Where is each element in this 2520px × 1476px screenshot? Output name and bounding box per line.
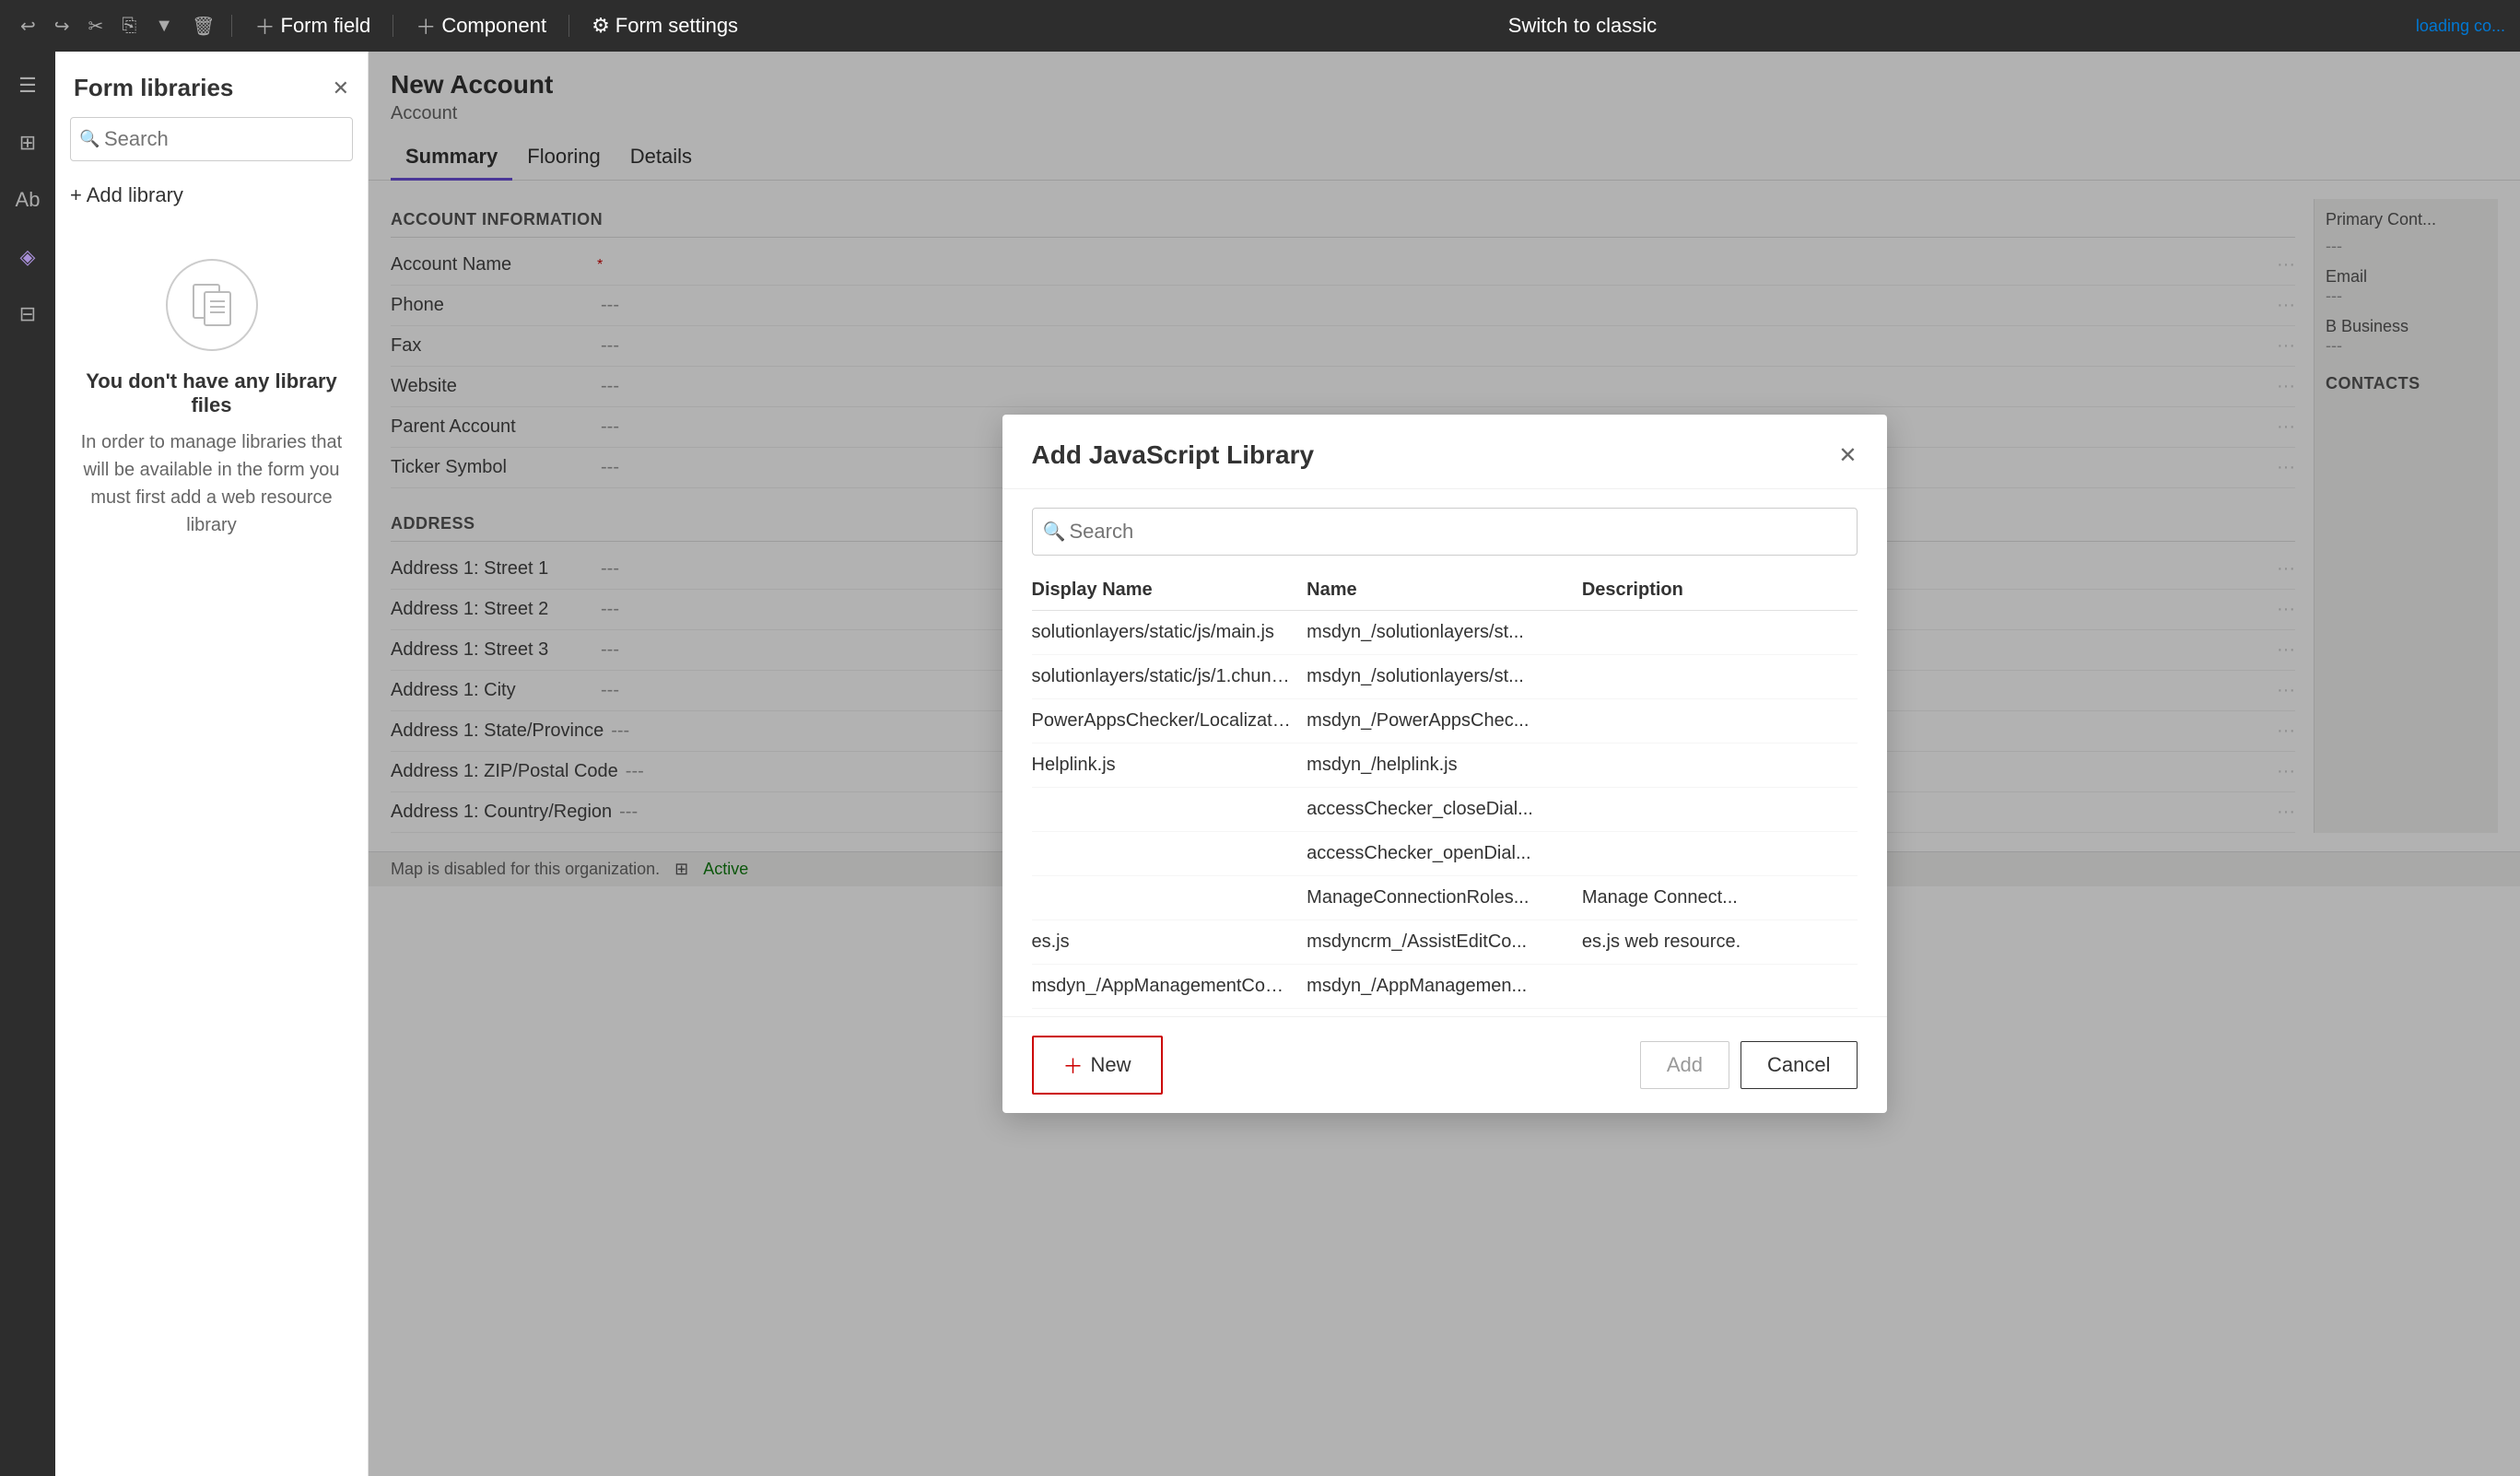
table-row[interactable]: solutionlayers/static/js/main.js msdyn_/… (1032, 611, 1858, 655)
form-settings-button[interactable]: ⚙ Form settings (580, 8, 749, 43)
settings-icon: ⚙ (592, 14, 610, 38)
switch-classic-button[interactable]: Switch to classic (1497, 8, 1668, 43)
modal-header: Add JavaScript Library ✕ (1002, 415, 1887, 489)
empty-state-title: You don't have any library files (77, 369, 346, 417)
delete-icon[interactable]: 🗑 (186, 9, 220, 43)
col-description: Description (1582, 580, 1858, 601)
panel-close-button[interactable]: ✕ (333, 76, 349, 100)
modal-footer-actions: Add Cancel (1640, 1041, 1858, 1089)
undo-icon[interactable]: ↩ (15, 9, 41, 43)
form-field-label: Form field (281, 14, 371, 38)
table-row[interactable]: accessChecker_openDial... (1032, 832, 1858, 876)
new-button[interactable]: ＋ New (1032, 1036, 1163, 1095)
panel-header: Form libraries ✕ (55, 52, 368, 117)
table-row[interactable]: ManageConnectionRoles... Manage Connect.… (1032, 876, 1858, 920)
empty-state-icon (166, 259, 258, 351)
component-label: Component (441, 14, 546, 38)
table-row[interactable]: accessChecker_closeDial... (1032, 788, 1858, 832)
table-header: Display Name Name Description (1032, 570, 1858, 611)
nav-layers-icon[interactable]: ◈ (13, 238, 43, 276)
library-search-input[interactable] (70, 117, 353, 161)
col-display-name: Display Name (1032, 580, 1307, 601)
nav-components-icon[interactable]: ⊟ (12, 295, 43, 334)
new-plus-icon: ＋ (1063, 1050, 1084, 1080)
panel-title: Form libraries (74, 74, 233, 102)
modal-backdrop[interactable]: Add JavaScript Library ✕ 🔍 Display Name … (369, 52, 2520, 1476)
search-icon: 🔍 (79, 130, 100, 149)
modal-footer: ＋ New Add Cancel (1002, 1016, 1887, 1113)
table-row[interactable]: msdyn_/AppManagementControl/scripts/AppM… (1032, 965, 1858, 1009)
new-button-label: New (1091, 1053, 1131, 1077)
cancel-button[interactable]: Cancel (1741, 1041, 1857, 1089)
empty-state: You don't have any library files In orde… (55, 222, 368, 576)
dropdown-icon[interactable]: ▼ (149, 10, 179, 42)
modal-search-icon: 🔍 (1043, 521, 1066, 544)
cut-icon[interactable]: ✂ (83, 9, 110, 43)
separator-1 (231, 15, 232, 37)
table-row[interactable]: Helplink.js msdyn_/helplink.js (1032, 744, 1858, 788)
table-row[interactable]: solutionlayers/static/js/1.chunk.js msdy… (1032, 655, 1858, 699)
nav-grid-icon[interactable]: ⊞ (12, 123, 43, 162)
form-libraries-panel: Form libraries ✕ 🔍 + Add library You don… (55, 52, 369, 1476)
copy-icon[interactable]: ⎘ (116, 10, 142, 42)
table-row[interactable]: es.js msdyncrm_/AssistEditCo... es.js we… (1032, 920, 1858, 965)
table-body: solutionlayers/static/js/main.js msdyn_/… (1032, 611, 1858, 1016)
add-button[interactable]: Add (1640, 1041, 1729, 1089)
empty-state-desc: In order to manage libraries that will b… (77, 428, 346, 539)
plus-icon: ＋ (254, 11, 275, 41)
redo-icon[interactable]: ↪ (49, 9, 76, 43)
modal-title: Add JavaScript Library (1032, 440, 1315, 470)
form-field-button[interactable]: ＋ Form field (243, 6, 381, 46)
component-button[interactable]: ＋ Component (404, 6, 557, 46)
nav-menu-icon[interactable]: ☰ (11, 66, 44, 105)
modal-search-input[interactable] (1032, 508, 1858, 556)
loading-indicator: loading co... (2416, 17, 2505, 36)
left-nav: ☰ ⊞ Ab ◈ ⊟ (0, 52, 55, 1476)
table-row[interactable]: PowerAppsChecker/Localization/ResourceSt… (1032, 699, 1858, 744)
plus-icon-2: ＋ (416, 11, 436, 41)
modal-close-button[interactable]: ✕ (1838, 442, 1857, 469)
table-row[interactable]: msdyn_/AppManagementControl/libs/promise… (1032, 1009, 1858, 1016)
separator-3 (568, 15, 569, 37)
add-library-label: + Add library (70, 183, 183, 207)
modal-search-container: 🔍 (1032, 508, 1858, 556)
col-name: Name (1307, 580, 1582, 601)
add-javascript-library-modal: Add JavaScript Library ✕ 🔍 Display Name … (1002, 415, 1887, 1113)
library-search-container: 🔍 (70, 117, 353, 161)
nav-text-icon[interactable]: Ab (8, 181, 48, 219)
main-layout: ☰ ⊞ Ab ◈ ⊟ Form libraries ✕ 🔍 + Add libr… (0, 52, 2520, 1476)
toolbar: ↩ ↪ ✂ ⎘ ▼ 🗑 ＋ Form field ＋ Component ⚙ F… (0, 0, 2520, 52)
form-settings-label: Form settings (615, 14, 738, 38)
modal-table: Display Name Name Description solutionla… (1032, 570, 1858, 1016)
add-library-button[interactable]: + Add library (55, 176, 368, 222)
content-area: New Account Account Summary Flooring Det… (369, 52, 2520, 1476)
